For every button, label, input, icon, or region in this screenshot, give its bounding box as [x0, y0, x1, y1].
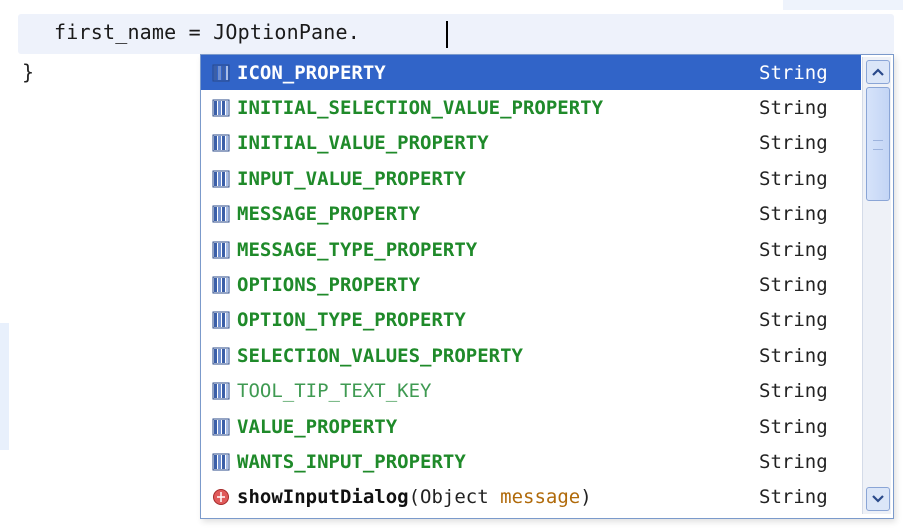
completion-item-type: String: [759, 309, 828, 332]
completion-item[interactable]: OPTIONS_PROPERTY String: [201, 267, 861, 302]
completion-item-type: String: [759, 486, 828, 509]
field-icon: [211, 452, 231, 472]
grip-icon: [873, 140, 883, 150]
window-edge: [783, 0, 903, 10]
close-paren: ): [580, 486, 592, 509]
completion-item[interactable]: MESSAGE_TYPE_PROPERTY String: [201, 232, 861, 267]
field-icon: [211, 133, 231, 153]
field-icon: [211, 169, 231, 189]
completion-item-name: MESSAGE_PROPERTY: [237, 203, 421, 226]
field-icon: [211, 63, 231, 83]
field-icon: [211, 275, 231, 295]
completion-item[interactable]: showInputDialog(Object message) String: [201, 480, 861, 515]
completion-item-type: String: [759, 167, 828, 190]
completion-item-type: String: [759, 61, 828, 84]
field-icon: [211, 98, 231, 118]
method-name: showInputDialog: [237, 486, 409, 509]
completion-item-type: String: [759, 203, 828, 226]
completion-item[interactable]: MESSAGE_PROPERTY String: [201, 197, 861, 232]
field-icon: [211, 240, 231, 260]
completion-item-name: ICON_PROPERTY: [237, 61, 386, 84]
completion-item[interactable]: INPUT_VALUE_PROPERTY String: [201, 161, 861, 196]
code-line[interactable]: first_name = JOptionPane.: [54, 20, 360, 44]
completion-item[interactable]: WANTS_INPUT_PROPERTY String: [201, 444, 861, 479]
completion-item-name: MESSAGE_TYPE_PROPERTY: [237, 238, 478, 261]
param-name: message: [500, 486, 581, 509]
chevron-up-icon: [872, 68, 884, 76]
completion-item-type: String: [759, 238, 828, 261]
field-icon: [211, 381, 231, 401]
completion-item[interactable]: INITIAL_SELECTION_VALUE_PROPERTY String: [201, 90, 861, 125]
field-icon: [211, 346, 231, 366]
scroll-down-button[interactable]: [866, 487, 890, 511]
completion-item-type: String: [759, 97, 828, 120]
completion-item-name: OPTION_TYPE_PROPERTY: [237, 309, 466, 332]
completion-item-type: String: [759, 274, 828, 297]
field-icon: [211, 204, 231, 224]
text-caret: [446, 21, 448, 48]
closing-brace: }: [22, 60, 35, 84]
completion-scrollbar[interactable]: [862, 57, 891, 514]
scroll-up-button[interactable]: [866, 60, 890, 84]
completion-item-name: INITIAL_VALUE_PROPERTY: [237, 132, 489, 155]
code-completion-popup[interactable]: ICON_PROPERTY String INITIAL_SELECTION_VAL…: [200, 54, 894, 519]
completion-item-name: TOOL_TIP_TEXT_KEY: [237, 380, 432, 403]
completion-item[interactable]: SELECTION_VALUES_PROPERTY String: [201, 338, 861, 373]
completion-item-type: String: [759, 380, 828, 403]
completion-item-name: WANTS_INPUT_PROPERTY: [237, 450, 466, 473]
scroll-thumb[interactable]: [866, 87, 890, 201]
completion-item-type: String: [759, 344, 828, 367]
completion-item-name: VALUE_PROPERTY: [237, 415, 398, 438]
completion-item[interactable]: OPTION_TYPE_PROPERTY String: [201, 303, 861, 338]
completion-item[interactable]: INITIAL_VALUE_PROPERTY String: [201, 126, 861, 161]
completion-item-type: String: [759, 450, 828, 473]
open-paren: (: [408, 486, 421, 509]
completion-list: ICON_PROPERTY String INITIAL_SELECTION_VAL…: [201, 55, 861, 515]
completion-item[interactable]: TOOL_TIP_TEXT_KEY String: [201, 374, 861, 409]
completion-item[interactable]: ICON_PROPERTY String: [201, 55, 861, 91]
param-type: Object: [420, 486, 501, 509]
completion-item-name: INPUT_VALUE_PROPERTY: [237, 167, 466, 190]
chevron-down-icon: [872, 495, 884, 503]
completion-item[interactable]: VALUE_PROPERTY String: [201, 409, 861, 444]
editor-gutter-highlight: [0, 323, 9, 450]
completion-item-name: OPTIONS_PROPERTY: [237, 274, 421, 297]
completion-item-type: String: [759, 415, 828, 438]
completion-item-name: showInputDialog(Object message): [237, 486, 592, 508]
field-icon: [211, 310, 231, 330]
completion-item-name: INITIAL_SELECTION_VALUE_PROPERTY: [237, 97, 604, 120]
completion-item-type: String: [759, 132, 828, 155]
field-icon: [211, 417, 231, 437]
method-icon: [211, 487, 231, 507]
completion-item-name: SELECTION_VALUES_PROPERTY: [237, 344, 523, 367]
